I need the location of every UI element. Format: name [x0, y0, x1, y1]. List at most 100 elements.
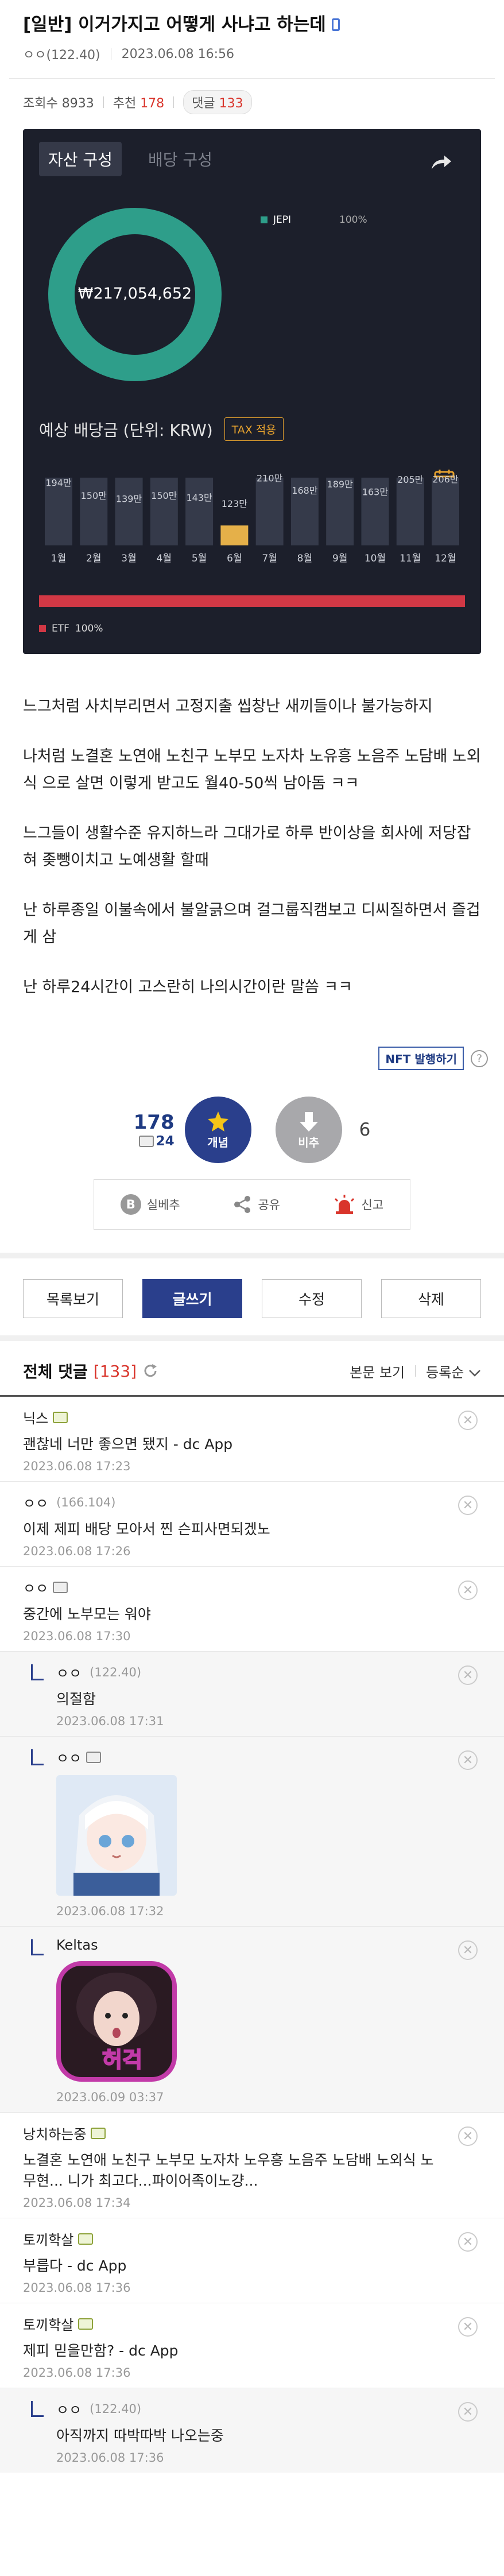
comment-date: 2023.06.08 17:36 — [56, 2451, 164, 2465]
reply-item: ㅇㅇ (122.40) 의절함 2023.06.08 17:31 ✕ — [0, 1651, 504, 1736]
stats-divider — [173, 96, 175, 108]
controls-divider — [415, 1365, 416, 1377]
sort-value: 등록순 — [426, 1364, 464, 1381]
comment-author[interactable]: ㅇㅇ (122.40) — [56, 2399, 447, 2419]
stats-divider — [103, 96, 104, 108]
comment-date: 2023.06.08 17:36 — [23, 2366, 131, 2380]
comment-author[interactable]: Keltas — [56, 1937, 447, 1953]
delete-comment-icon[interactable]: ✕ — [458, 2317, 478, 2337]
comment-ip: (122.40) — [90, 1665, 142, 1679]
bar-category-label: 2월 — [86, 553, 101, 564]
portfolio-image[interactable]: 자산 구성 배당 구성 ₩217,054,652 JEPI 100% 예상 배당… — [23, 129, 481, 654]
bar-value-label: 206만 — [432, 474, 459, 485]
bar-value-label: 168만 — [292, 485, 318, 496]
nft-issue-button[interactable]: NFT 발행하기 — [378, 1047, 464, 1070]
comment-author[interactable]: 낭치하는중 — [23, 2123, 447, 2143]
comment-author[interactable]: 토끼학살 — [23, 2229, 447, 2249]
page: [일반] 이거가지고 어떻게 사냐고 하는데 ㅇㅇ(122.40) 2023.0… — [0, 0, 504, 2473]
recommend-stat: 추천 178 — [113, 93, 164, 111]
delete-comment-icon[interactable]: ✕ — [458, 2126, 478, 2146]
tab-dividend-composition: 배당 구성 — [148, 150, 212, 169]
list-button[interactable]: 목록보기 — [23, 1279, 123, 1318]
reply-count-button[interactable]: 댓글 133 — [183, 90, 252, 114]
half-fixed-nick-icon — [86, 1751, 102, 1763]
reply-item: ㅇㅇ 2023.06.08 17:32 ✕ — [0, 1736, 504, 1926]
bar-category-label: 11월 — [400, 553, 421, 564]
down-arrow-icon — [299, 1111, 318, 1132]
delete-comment-icon[interactable]: ✕ — [458, 2232, 478, 2252]
view-count: 조회수 8933 — [23, 96, 94, 111]
bar-value-label: 150만 — [151, 490, 177, 501]
comment-date: 2023.06.08 17:31 — [56, 1714, 164, 1728]
post-title-text: [일반] 이거가지고 어떻게 사냐고 하는데 — [23, 14, 326, 35]
comment-item: 닉스 괜찮네 너만 좋으면 됐지 - dc App 2023.06.08 17:… — [0, 1395, 504, 1481]
delete-comment-icon[interactable]: ✕ — [458, 1750, 478, 1770]
post-header: [일반] 이거가지고 어떻게 사냐고 하는데 ㅇㅇ(122.40) 2023.0… — [0, 0, 504, 63]
star-icon — [207, 1111, 228, 1132]
fixed-nick-icon — [53, 1411, 68, 1423]
donut-chart: ₩217,054,652 — [46, 206, 224, 384]
share-label: 공유 — [258, 1198, 280, 1212]
vote-area: 178 24 개념 비추 6 — [0, 1097, 504, 1163]
fixed-nick-icon — [91, 2127, 106, 2139]
delete-comment-icon[interactable]: ✕ — [458, 1496, 478, 1515]
comment-date: 2023.06.08 17:32 — [56, 1904, 164, 1918]
comment-author[interactable]: 닉스 — [23, 1407, 447, 1427]
report-label: 신고 — [361, 1198, 384, 1212]
delete-comment-icon[interactable]: ✕ — [458, 1665, 478, 1685]
comment-ip: (166.104) — [56, 1495, 116, 1509]
post-title: [일반] 이거가지고 어떻게 사냐고 하는데 — [23, 13, 481, 37]
comments-count: [133] — [93, 1361, 137, 1381]
nft-row: NFT 발행하기 ? — [0, 1001, 504, 1070]
reply-arrow-icon — [31, 1664, 44, 1680]
downvote-count: 6 — [359, 1120, 371, 1140]
silbe-button[interactable]: B 실베추 — [120, 1194, 180, 1215]
edit-button[interactable]: 수정 — [262, 1279, 362, 1318]
comment-author[interactable]: ㅇㅇ (166.104) — [23, 1492, 447, 1512]
comment-nickname: ㅇㅇ — [23, 1581, 49, 1597]
silbe-label: 실베추 — [146, 1198, 180, 1212]
delete-comment-icon[interactable]: ✕ — [458, 1940, 478, 1960]
bar-background — [150, 478, 178, 545]
comment-author[interactable]: 토끼학살 — [23, 2314, 447, 2334]
body-paragraph: 나처럼 노결혼 노연애 노친구 노부모 노자차 노유흥 노음주 노담배 노외식 … — [23, 747, 481, 792]
comment-author[interactable]: ㅇㅇ — [56, 1747, 447, 1767]
share-button[interactable]: 공유 — [232, 1195, 280, 1214]
comment-nickname: 토끼학살 — [23, 2232, 74, 2248]
report-button[interactable]: 신고 — [333, 1194, 384, 1215]
comments-header: 전체 댓글 [133] 본문 보기 등록순 — [0, 1341, 504, 1395]
write-button[interactable]: 글쓰기 — [142, 1279, 242, 1318]
post-date: 2023.06.08 16:56 — [121, 47, 234, 61]
bar-background — [115, 478, 143, 545]
reply-arrow-icon — [31, 2401, 44, 2417]
delete-comment-icon[interactable]: ✕ — [458, 2402, 478, 2422]
recommend-label: 추천 — [113, 96, 137, 111]
delete-comment-icon[interactable]: ✕ — [458, 1411, 478, 1430]
comment-date: 2023.06.08 17:26 — [23, 1544, 131, 1558]
bar-category-label: 7월 — [262, 553, 277, 564]
delete-comment-icon[interactable]: ✕ — [458, 1581, 478, 1600]
comments-title: 전체 댓글 — [23, 1362, 88, 1381]
etf-legend: ETF 100% — [39, 623, 103, 634]
delete-button[interactable]: 삭제 — [381, 1279, 481, 1318]
comment-date: 2023.06.08 17:34 — [23, 2196, 131, 2210]
comment-date: 2023.06.09 03:37 — [56, 2090, 164, 2104]
sort-select[interactable]: 등록순 — [426, 1361, 481, 1381]
comment-date: 2023.06.08 17:36 — [23, 2281, 131, 2295]
bar-background — [80, 478, 108, 545]
legend-label-etf: ETF — [52, 623, 69, 634]
comment-author[interactable]: ㅇㅇ (122.40) — [56, 1662, 447, 1682]
refresh-icon[interactable] — [142, 1363, 158, 1379]
post-author[interactable]: ㅇㅇ(122.40) — [23, 45, 100, 63]
comment-text: 의절함 — [56, 1691, 96, 1707]
upvote-button[interactable]: 개념 — [184, 1097, 251, 1163]
surprised-girl-sticker: 허걱 — [56, 1961, 177, 2082]
comment-nickname: ㅇㅇ — [56, 2402, 82, 2418]
comment-text: 제피 믿을만함? - dc App — [23, 2342, 179, 2359]
comment-author[interactable]: ㅇㅇ — [23, 1577, 447, 1597]
reply-item: ㅇㅇ (122.40) 아직까지 따박따박 나오는중 2023.06.08 17… — [0, 2388, 504, 2473]
help-icon[interactable]: ? — [471, 1049, 488, 1067]
legend-label-jepi: JEPI — [273, 214, 292, 226]
downvote-button[interactable]: 비추 — [275, 1097, 342, 1163]
view-body-button[interactable]: 본문 보기 — [350, 1361, 405, 1381]
